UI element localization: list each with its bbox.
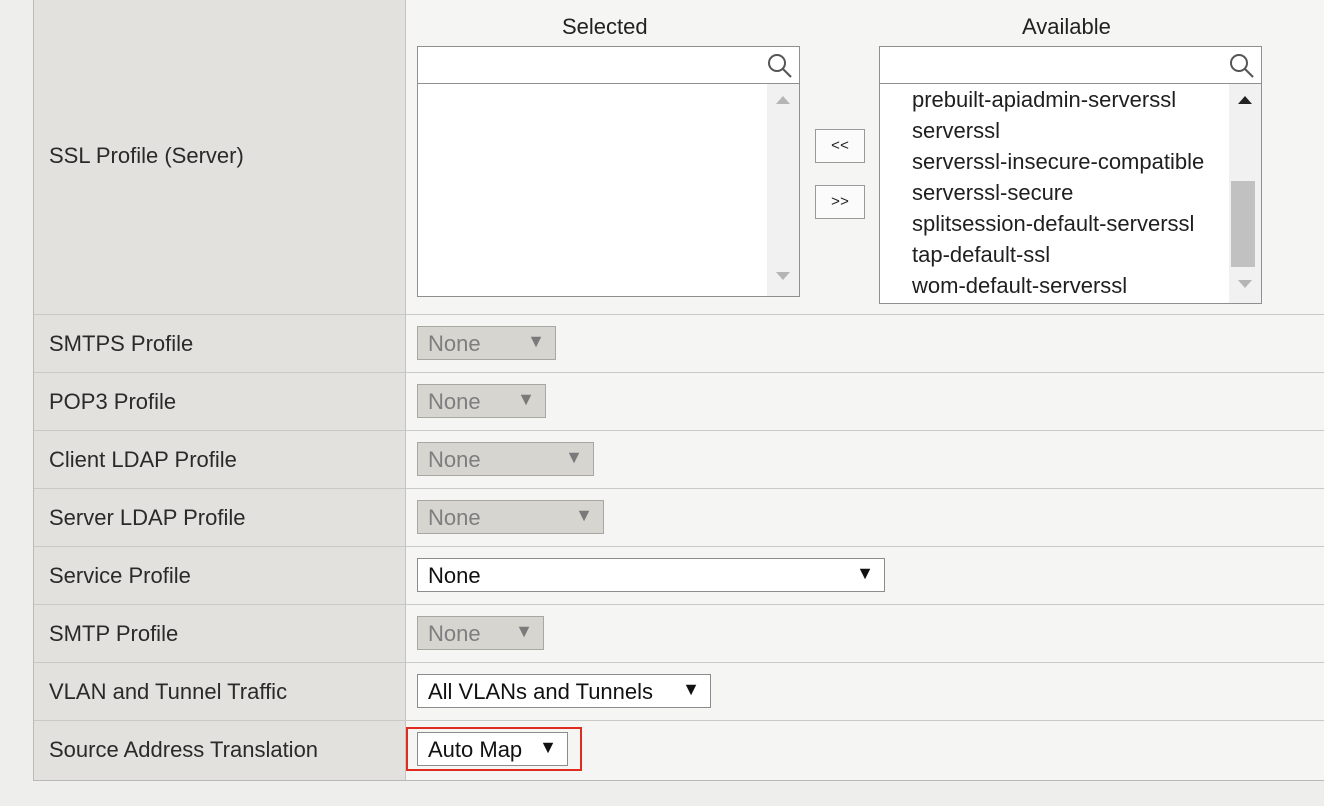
available-option[interactable]: serverssl	[912, 118, 1000, 144]
smtps-profile-value: None	[428, 331, 481, 356]
scrollbar-thumb[interactable]	[1231, 181, 1255, 267]
available-profiles-listbox[interactable]: prebuilt-apiadmin-serverssl serverssl se…	[879, 46, 1262, 304]
source-address-translation-label: Source Address Translation	[49, 737, 319, 762]
row-divider	[34, 662, 1324, 663]
selected-profiles-listbox[interactable]	[417, 46, 800, 297]
available-option[interactable]: wom-default-serverssl	[912, 273, 1127, 299]
chevron-down-icon: ▼	[575, 505, 593, 525]
pop3-profile-value: None	[428, 389, 481, 414]
search-icon	[1229, 53, 1255, 84]
service-profile-value: None	[428, 563, 481, 588]
server-ldap-profile-value: None	[428, 505, 481, 530]
row-divider	[34, 372, 1324, 373]
smtp-profile-label: SMTP Profile	[49, 621, 179, 646]
service-profile-label: Service Profile	[49, 563, 191, 588]
move-to-selected-button[interactable]: <<	[815, 129, 865, 163]
vlan-tunnel-traffic-value: All VLANs and Tunnels	[428, 679, 654, 704]
chevron-down-icon: ▼	[517, 389, 535, 409]
row-divider	[34, 546, 1324, 547]
chevron-down-icon: ▼	[565, 447, 583, 467]
server-ldap-profile-label: Server LDAP Profile	[49, 505, 246, 530]
chevron-down-icon: ▼	[527, 331, 545, 351]
client-ldap-profile-value: None	[428, 447, 481, 472]
scroll-up-icon[interactable]	[776, 96, 790, 104]
available-search-bar	[880, 47, 1261, 84]
pop3-profile-label: POP3 Profile	[49, 389, 177, 414]
available-option[interactable]: serverssl-secure	[912, 180, 1073, 206]
pop3-profile-select[interactable]: None ▼	[417, 384, 546, 418]
scroll-up-icon[interactable]	[1238, 96, 1252, 104]
vlan-tunnel-traffic-label: VLAN and Tunnel Traffic	[49, 679, 288, 704]
vlan-tunnel-traffic-select[interactable]: All VLANs and Tunnels ▼	[417, 674, 711, 708]
client-ldap-profile-select[interactable]: None ▼	[417, 442, 594, 476]
service-profile-select[interactable]: None ▼	[417, 558, 885, 592]
client-ldap-profile-label: Client LDAP Profile	[49, 447, 237, 472]
available-search-input[interactable]	[882, 49, 1226, 81]
smtp-profile-select[interactable]: None ▼	[417, 616, 544, 650]
highlight-box	[406, 727, 582, 771]
selected-list-title: Selected	[562, 14, 648, 39]
chevron-down-icon: ▼	[682, 679, 700, 699]
available-list-scrollbar[interactable]	[1229, 84, 1261, 303]
smtps-profile-select[interactable]: None ▼	[417, 326, 556, 360]
row-divider	[34, 604, 1324, 605]
chevron-down-icon: ▼	[856, 563, 874, 583]
row-divider	[34, 430, 1324, 431]
smtp-profile-value: None	[428, 621, 481, 646]
smtps-profile-label: SMTPS Profile	[49, 331, 194, 356]
available-option[interactable]: splitsession-default-serverssl	[912, 211, 1194, 237]
chevron-down-icon: ▼	[515, 621, 533, 641]
ssl-profile-server-label: SSL Profile (Server)	[49, 143, 244, 168]
server-ldap-profile-select[interactable]: None ▼	[417, 500, 604, 534]
available-option[interactable]: tap-default-ssl	[912, 242, 1050, 268]
available-option[interactable]: prebuilt-apiadmin-serverssl	[912, 87, 1176, 113]
profile-settings-panel: SSL Profile (Server) Selected << >> Avai…	[33, 0, 1324, 781]
selected-list-scrollbar[interactable]	[767, 84, 799, 296]
move-to-available-button[interactable]: >>	[815, 185, 865, 219]
available-list-title: Available	[1022, 14, 1111, 39]
search-icon	[767, 53, 793, 84]
row-divider	[34, 314, 1324, 315]
row-divider	[34, 720, 1324, 721]
selected-search-input[interactable]	[420, 49, 764, 81]
selected-search-bar	[418, 47, 799, 84]
available-option[interactable]: serverssl-insecure-compatible	[912, 149, 1204, 175]
scroll-down-icon[interactable]	[1238, 280, 1252, 288]
row-divider	[34, 488, 1324, 489]
scroll-down-icon[interactable]	[776, 272, 790, 280]
